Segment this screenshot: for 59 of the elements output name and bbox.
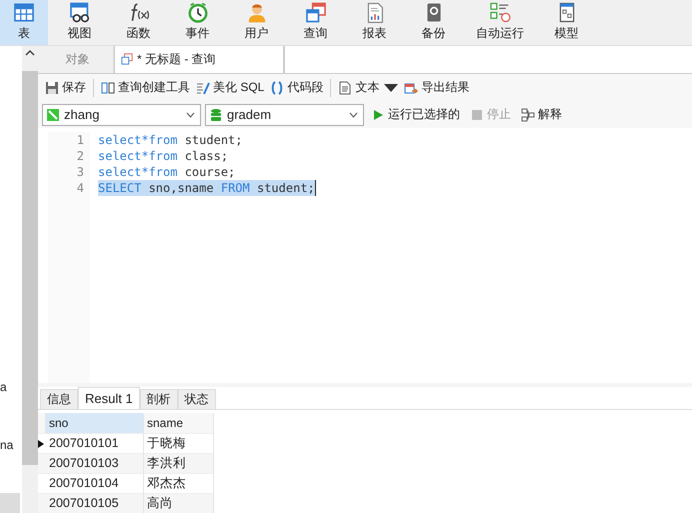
ribbon-button[interactable]: 自动运行	[465, 0, 535, 45]
explain-icon	[521, 108, 535, 122]
table-cell: 2007010103	[46, 453, 144, 473]
ribbon-button[interactable]: 用户	[229, 0, 284, 45]
table-icon	[11, 1, 37, 24]
line-number: 4	[76, 180, 84, 196]
ribbon-button[interactable]: 函数	[111, 0, 166, 45]
ribbon-button[interactable]: 报表	[347, 0, 402, 45]
database-dropdown[interactable]: gradem	[205, 104, 364, 126]
chevron-down-icon	[349, 112, 358, 118]
play-icon	[371, 108, 385, 122]
table-cell: 高尚	[144, 493, 214, 513]
toolbar-button[interactable]: 运行已选择的	[368, 104, 463, 126]
connection-icon	[46, 108, 60, 122]
brackets-icon	[270, 80, 284, 95]
toolbar-button[interactable]: 美化 SQL	[193, 77, 268, 98]
document-icon	[338, 80, 352, 95]
sidebar-item[interactable]: na	[0, 438, 14, 452]
line-number: 2	[76, 148, 84, 164]
toolbar-button[interactable]: 代码段	[267, 77, 326, 98]
scrollbar-thumb[interactable]	[22, 71, 38, 465]
toolbar-button[interactable]: 查询创建工具	[98, 77, 193, 98]
ribbon-button[interactable]: 事件	[170, 0, 225, 45]
table-cell: 李洪利	[144, 453, 214, 473]
code-line: select*from student;	[98, 132, 243, 148]
stop-icon	[470, 108, 484, 122]
sidebar-panel	[0, 493, 20, 513]
chevron-down-icon	[186, 112, 195, 118]
code-line: select*from class;	[98, 148, 228, 164]
column-header[interactable]: sname	[144, 413, 214, 433]
export-icon	[404, 80, 418, 95]
ribbon-button[interactable]: 模型	[539, 0, 594, 45]
result-tab[interactable]: 状态	[178, 389, 216, 409]
sidebar-item[interactable]: a	[0, 380, 7, 394]
ribbon-button[interactable]: 备份	[406, 0, 461, 45]
database-icon	[209, 108, 223, 122]
result-tab[interactable]: 信息	[40, 389, 78, 409]
line-number: 3	[76, 164, 84, 180]
tab[interactable]: * 无标题 - 查询	[114, 46, 284, 73]
toolbar-button[interactable]: 导出结果	[401, 77, 472, 98]
ribbon-button[interactable]: 查询	[288, 0, 343, 45]
toolbar-button[interactable]: 文本	[335, 77, 402, 98]
result-tab[interactable]: Result 1	[78, 387, 140, 409]
result-tab[interactable]: 剖析	[140, 389, 178, 409]
scroll-up-icon[interactable]	[25, 49, 35, 57]
builder-icon	[101, 80, 115, 95]
query-icon	[121, 53, 133, 66]
beautify-icon	[196, 80, 210, 95]
line-number: 1	[76, 132, 84, 148]
code-line: select*from course;	[98, 164, 236, 180]
ribbon-button[interactable]: 表	[0, 0, 48, 45]
column-header[interactable]: sno	[46, 413, 144, 433]
table-cell: 2007010105	[46, 493, 144, 513]
toolbar-button[interactable]: 保存	[42, 77, 89, 98]
connection-dropdown[interactable]: zhang	[42, 104, 201, 126]
ribbon-button[interactable]: 视图	[52, 0, 107, 45]
corner-header	[38, 413, 46, 433]
toolbar-button[interactable]: 解释	[518, 104, 565, 126]
save-icon	[45, 80, 59, 95]
